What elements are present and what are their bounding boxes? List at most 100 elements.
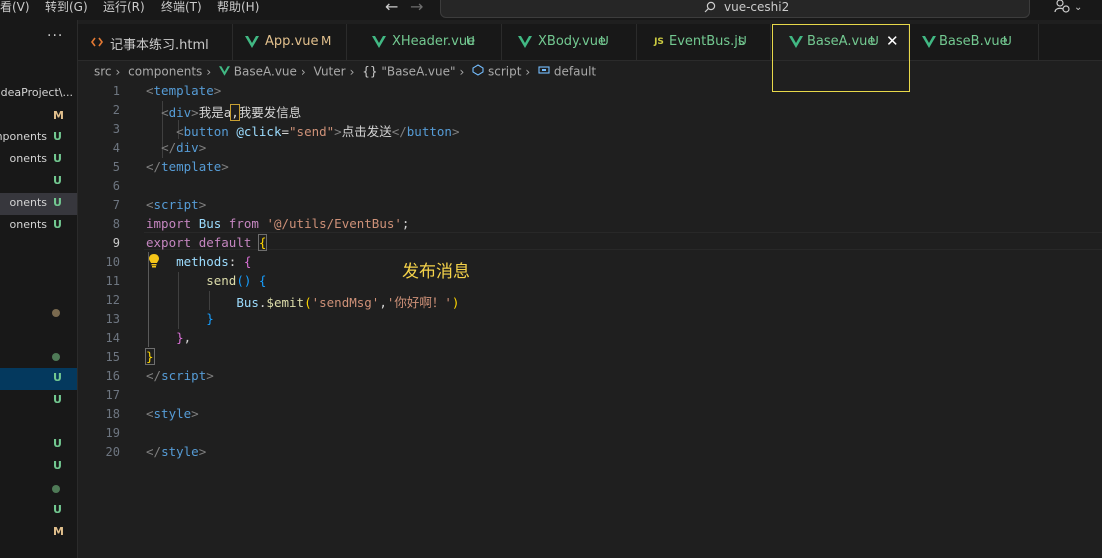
current-line-highlight xyxy=(144,232,1102,250)
explorer-row[interactable]: mponents U xyxy=(0,127,77,149)
git-status-badge: U xyxy=(53,218,62,231)
line-number: 3 xyxy=(112,122,120,136)
account-settings-icon[interactable] xyxy=(1054,0,1070,14)
git-status-badge: U xyxy=(53,130,62,143)
explorer-row[interactable]: IdeaProject\... xyxy=(0,83,77,105)
explorer-row[interactable]: M xyxy=(0,106,77,128)
title-bar: 看(V) 转到(G) 运行(R) 终端(T) 帮助(H) ← → vue-ces… xyxy=(0,0,1102,20)
breadcrumb-item[interactable]: BaseA.vue xyxy=(234,65,297,79)
breadcrumb-item[interactable]: script xyxy=(488,65,521,79)
line-number: 14 xyxy=(105,331,120,345)
git-status-badge: M xyxy=(53,525,64,538)
line-number-current: 9 xyxy=(112,236,120,250)
tab-label: XBody.vue xyxy=(538,34,606,49)
lightbulb-icon[interactable] xyxy=(148,253,160,269)
code-line: methods: { xyxy=(176,254,252,269)
code-line: </div> xyxy=(161,140,207,155)
explorer-item-label: onents xyxy=(9,196,48,209)
breadcrumb-item[interactable]: "BaseA.vue" xyxy=(381,65,455,79)
git-status-badge: U xyxy=(53,174,62,187)
tab-notepad-html[interactable]: 记事本练习.html xyxy=(78,24,233,60)
code-line: } xyxy=(206,311,214,326)
vue-icon xyxy=(372,35,386,49)
tab-app-vue[interactable]: App.vue M xyxy=(233,24,347,60)
chevron-down-icon[interactable]: ⌄ xyxy=(1074,2,1082,13)
line-number: 15 xyxy=(105,350,120,364)
command-center-text: vue-ceshi2 xyxy=(724,0,790,14)
tab-xheader-vue[interactable]: XHeader.vue U xyxy=(360,24,502,60)
explorer-row[interactable] xyxy=(0,302,77,324)
explorer-row-active[interactable]: U xyxy=(0,368,77,390)
untracked-dot-icon xyxy=(52,485,60,493)
code-line: Bus.$emit('sendMsg','你好啊！') xyxy=(236,295,460,310)
explorer-row[interactable]: onents U xyxy=(0,215,77,237)
line-number: 12 xyxy=(105,293,120,307)
code-line: <div>我是a,我要发信息 xyxy=(161,104,302,121)
explorer-item-label: IdeaProject\... xyxy=(0,86,73,99)
explorer-row[interactable]: M xyxy=(0,522,77,544)
line-number: 1 xyxy=(112,84,120,98)
explorer-row[interactable]: U xyxy=(0,390,77,412)
more-actions-icon[interactable]: ··· xyxy=(47,28,63,44)
line-number: 6 xyxy=(112,179,120,193)
explorer-row[interactable] xyxy=(0,478,77,500)
line-number: 20 xyxy=(105,445,120,459)
explorer-row[interactable]: onents U xyxy=(0,149,77,171)
explorer-row[interactable]: U xyxy=(0,434,77,456)
explorer-sidebar: ··· M IdeaProject\... mponents U onents … xyxy=(0,20,78,558)
line-number: 5 xyxy=(112,160,120,174)
menu-help[interactable]: 帮助(H) xyxy=(217,0,259,20)
line-number: 11 xyxy=(105,274,120,288)
command-center[interactable]: vue-ceshi2 xyxy=(440,0,1030,18)
forward-arrow-icon[interactable]: → xyxy=(410,0,423,16)
menu-view[interactable]: 看(V) xyxy=(0,0,30,20)
code-line: import Bus from '@/utils/EventBus'; xyxy=(146,216,410,231)
line-number: 13 xyxy=(105,312,120,326)
code-line: </style> xyxy=(146,444,207,459)
git-status-badge: U xyxy=(53,152,62,165)
explorer-item-label: onents xyxy=(9,152,48,165)
html-icon xyxy=(90,35,104,49)
explorer-row[interactable]: U xyxy=(0,500,77,522)
code-line: }, xyxy=(176,330,192,345)
explorer-row[interactable] xyxy=(0,346,77,368)
git-status-badge: U xyxy=(53,393,62,406)
git-status-badge: M xyxy=(53,109,64,122)
menu-go[interactable]: 转到(G) xyxy=(45,0,88,20)
breadcrumb-item[interactable]: src xyxy=(94,65,112,79)
breadcrumb-item[interactable]: default xyxy=(554,65,596,79)
tab-git-status: U xyxy=(600,34,609,48)
line-number: 16 xyxy=(105,369,120,383)
tab-git-status: U xyxy=(1003,34,1012,48)
breadcrumb-item[interactable]: components xyxy=(128,65,202,79)
code-line: <style> xyxy=(146,406,199,421)
js-icon: JS xyxy=(654,37,664,47)
tab-baseb-vue[interactable]: BaseB.vue U xyxy=(910,24,1039,60)
explorer-row[interactable]: U xyxy=(0,171,77,193)
line-number: 7 xyxy=(112,198,120,212)
explorer-row[interactable]: U xyxy=(0,456,77,478)
code-editor[interactable]: 1 2 3 4 5 6 7 8 9 10 11 12 13 14 15 16 1… xyxy=(78,82,1102,558)
search-icon xyxy=(704,1,716,13)
back-arrow-icon[interactable]: ← xyxy=(385,0,398,16)
tab-eventbus-js[interactable]: JS EventBus.js U xyxy=(638,24,771,60)
tab-label: EventBus.js xyxy=(669,34,745,49)
code-line: export default { xyxy=(146,234,268,251)
modified-dot-icon xyxy=(52,309,60,317)
tab-git-status: M xyxy=(321,34,332,48)
menu-run[interactable]: 运行(R) xyxy=(103,0,145,20)
field-icon xyxy=(538,65,550,79)
vue-icon xyxy=(245,35,259,49)
menu-terminal[interactable]: 终端(T) xyxy=(161,0,202,20)
code-line: <button @click="send">点击发送</button> xyxy=(176,124,460,139)
tab-git-status: U xyxy=(738,34,747,48)
untracked-dot-icon xyxy=(52,353,60,361)
breadcrumb-item[interactable]: Vuter xyxy=(314,65,346,79)
chevron-right-icon: › xyxy=(115,64,121,79)
tab-label: XHeader.vue xyxy=(392,34,476,49)
explorer-row[interactable]: onents U xyxy=(0,193,77,215)
breadcrumb: src › components › BaseA.vue › Vuter › {} "B… xyxy=(94,64,596,80)
explorer-item-label: onents xyxy=(9,218,48,231)
line-number: 17 xyxy=(105,388,120,402)
tab-xbody-vue[interactable]: XBody.vue U xyxy=(506,24,637,60)
